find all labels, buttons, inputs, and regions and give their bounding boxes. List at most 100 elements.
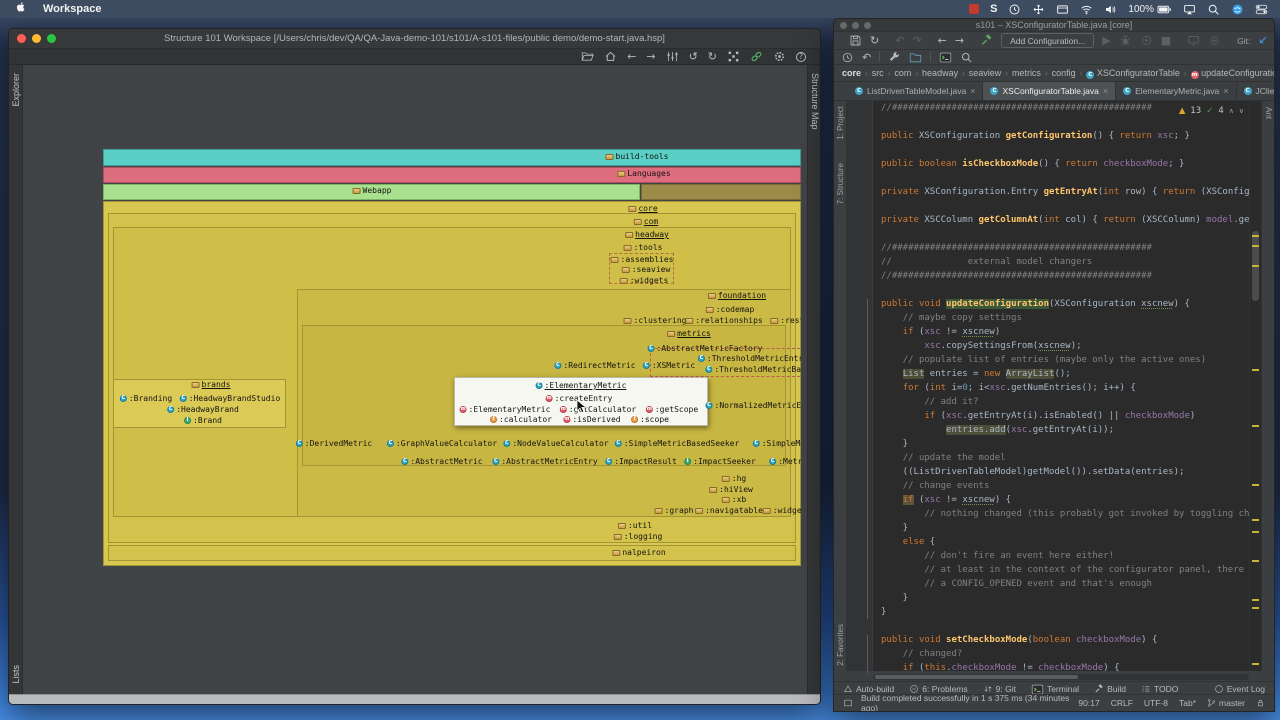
- project-tool-button[interactable]: 1: Project: [836, 106, 845, 140]
- code-line[interactable]: [881, 143, 1249, 157]
- breadcrumb-item[interactable]: core: [842, 68, 861, 78]
- diagram-node-label[interactable]: :codemap: [706, 305, 755, 314]
- filter-icon[interactable]: [666, 50, 679, 63]
- diagram-node-label[interactable]: C:AbstractMetricFactory: [648, 344, 763, 353]
- editor-tab[interactable]: CElementaryMetric.java×: [1116, 82, 1236, 100]
- code-line[interactable]: for (int i=0; i<xsc.getNumEntries(); i++…: [881, 381, 1249, 395]
- toolwindow-button-event-log[interactable]: Event Log: [1214, 684, 1265, 694]
- redo-icon[interactable]: ↷: [912, 35, 921, 46]
- code-line[interactable]: public boolean isCheckboxMode() { return…: [881, 157, 1249, 171]
- diagram-node-label[interactable]: f:calculator: [490, 415, 552, 424]
- coverage-icon[interactable]: [1140, 34, 1153, 47]
- project-folder-icon[interactable]: [909, 51, 922, 64]
- undo-icon[interactable]: ↶: [895, 35, 904, 46]
- diagram-node-label[interactable]: foundation: [708, 291, 766, 300]
- volume-icon[interactable]: [1104, 0, 1117, 18]
- prev-problem-button[interactable]: ∧: [1229, 104, 1234, 118]
- code-line[interactable]: List entries = new ArrayList();: [881, 367, 1249, 381]
- diagram-node-label[interactable]: C:SimpleMetricSeeker: [753, 439, 801, 448]
- code-line[interactable]: // maybe copy settings: [881, 311, 1249, 325]
- diagram-node-label[interactable]: C:GraphValueCalculator: [387, 439, 497, 448]
- code-line[interactable]: [881, 227, 1249, 241]
- diagram-box-ext-block[interactable]: [641, 184, 801, 200]
- diagram-node-label[interactable]: :restructuring: [770, 316, 801, 325]
- diagram-node-label[interactable]: :clustering: [624, 316, 687, 325]
- help-icon[interactable]: ?: [796, 52, 806, 62]
- editor-tab[interactable]: CListDrivenTableModel.java×: [848, 82, 983, 100]
- diagram-node-label[interactable]: I:Brand: [184, 416, 222, 425]
- diagram-node-label[interactable]: metrics: [667, 329, 711, 338]
- diagram-node-label[interactable]: build-tools: [606, 152, 669, 161]
- diagram-node-label[interactable]: :navigatable: [695, 506, 763, 515]
- structure-tool-button[interactable]: 7: Structure: [836, 163, 845, 204]
- diagram-node-label[interactable]: :assemblies: [611, 255, 674, 264]
- editor-tab[interactable]: CXSConfiguratorTable.java×: [983, 82, 1116, 100]
- diagram-box-languages[interactable]: [103, 167, 801, 183]
- minimize-window-button[interactable]: [32, 34, 41, 43]
- terminal-icon-icon[interactable]: [939, 51, 952, 64]
- lock-icon[interactable]: [1256, 698, 1265, 708]
- control-center-icon[interactable]: [1255, 0, 1268, 18]
- code-line[interactable]: xsc.copySettingsFrom(xscnew);: [881, 339, 1249, 353]
- close-tab-icon[interactable]: ×: [1223, 86, 1228, 96]
- close-window-button[interactable]: [17, 34, 26, 43]
- code-line[interactable]: // don't fire an event here either!: [881, 549, 1249, 563]
- diagram-node-label[interactable]: C:ImpactResult: [605, 457, 677, 466]
- editor-scrollbar[interactable]: [1249, 101, 1261, 671]
- diagram-box-build-tools[interactable]: [103, 149, 801, 166]
- diagram-node-label[interactable]: C:DerivedMetric: [296, 439, 372, 448]
- diagram-node-label[interactable]: :xb: [722, 495, 746, 504]
- siri-icon[interactable]: [1231, 0, 1244, 18]
- rotate-cw-icon[interactable]: ↻: [708, 51, 717, 62]
- structure-map-canvas[interactable]: build-toolsLanguagesWebappcorecomheadway…: [23, 65, 807, 694]
- code-line[interactable]: }: [881, 591, 1249, 605]
- diagram-node-label[interactable]: :tools: [624, 243, 663, 252]
- ant-tool-button[interactable]: Ant: [1264, 107, 1273, 119]
- diagram-node-label[interactable]: m:getCalculator: [560, 405, 636, 414]
- git-update-icon[interactable]: ↙: [1258, 35, 1267, 46]
- git-branch-widget[interactable]: master: [1207, 698, 1245, 708]
- diagram-node-label[interactable]: I:ImpactSeeker: [684, 457, 756, 466]
- breadcrumb-item[interactable]: com: [894, 68, 911, 78]
- code-line[interactable]: if (xsc.getEntryAt(i).isEnabled() || che…: [881, 409, 1249, 423]
- close-window-button[interactable]: [840, 22, 847, 29]
- recording-icon[interactable]: [969, 0, 979, 18]
- diagram-node-label[interactable]: headway: [625, 230, 669, 239]
- save-icon[interactable]: [849, 34, 862, 47]
- scrollbar-thumb[interactable]: [875, 675, 1078, 679]
- minimize-window-button[interactable]: [852, 22, 859, 29]
- diagram-node-label[interactable]: :hiView: [709, 485, 753, 494]
- home-icon[interactable]: [604, 50, 617, 63]
- apple-menu-icon[interactable]: [14, 2, 27, 16]
- inspection-widget[interactable]: ▲13 ✓4 ∧ ∨: [1179, 104, 1244, 118]
- diagram-node-label[interactable]: C:MetricSeeker: [769, 457, 801, 466]
- lists-tab[interactable]: Lists: [11, 665, 21, 684]
- code-line[interactable]: private XSCColumn getColumnAt(int col) {…: [881, 213, 1249, 227]
- dependency-diagram[interactable]: build-toolsLanguagesWebappcorecomheadway…: [103, 149, 801, 566]
- attach-icon[interactable]: [1208, 34, 1221, 47]
- add-configuration-button[interactable]: Add Configuration...: [1001, 33, 1094, 48]
- close-tab-icon[interactable]: ×: [1103, 86, 1108, 96]
- code-line[interactable]: // change events: [881, 479, 1249, 493]
- diagram-node-label[interactable]: m:ElementaryMetric: [460, 405, 551, 414]
- airplay-icon[interactable]: [1183, 0, 1196, 18]
- code-line[interactable]: if (xsc != xscnew) {: [881, 493, 1249, 507]
- code-line[interactable]: // changed?: [881, 647, 1249, 661]
- settings-icon[interactable]: [773, 50, 786, 63]
- zoom-window-button[interactable]: [864, 22, 871, 29]
- wifi-icon[interactable]: [1080, 0, 1093, 18]
- diagram-node-label[interactable]: :widgets: [763, 506, 801, 515]
- back-icon[interactable]: ←: [627, 51, 636, 62]
- breadcrumb-item[interactable]: config: [1052, 68, 1076, 78]
- toggle-toolwindows-icon[interactable]: [843, 698, 853, 708]
- code-line[interactable]: public void updateConfiguration(XSConfig…: [881, 297, 1249, 311]
- forward-icon[interactable]: →: [646, 51, 655, 62]
- breadcrumb-item[interactable]: headway: [922, 68, 958, 78]
- diagram-node-label[interactable]: :widgets: [620, 276, 669, 285]
- diagram-node-label[interactable]: brands: [192, 380, 231, 389]
- code-line[interactable]: // nothing changed (this probably got in…: [881, 507, 1249, 521]
- diagram-node-label[interactable]: com: [634, 217, 658, 226]
- diagram-node-label[interactable]: C:ElementaryMetric: [536, 381, 627, 390]
- build-status-message[interactable]: Build completed successfully in 1 s 375 …: [861, 693, 1070, 712]
- structure101-icon[interactable]: S: [990, 0, 997, 18]
